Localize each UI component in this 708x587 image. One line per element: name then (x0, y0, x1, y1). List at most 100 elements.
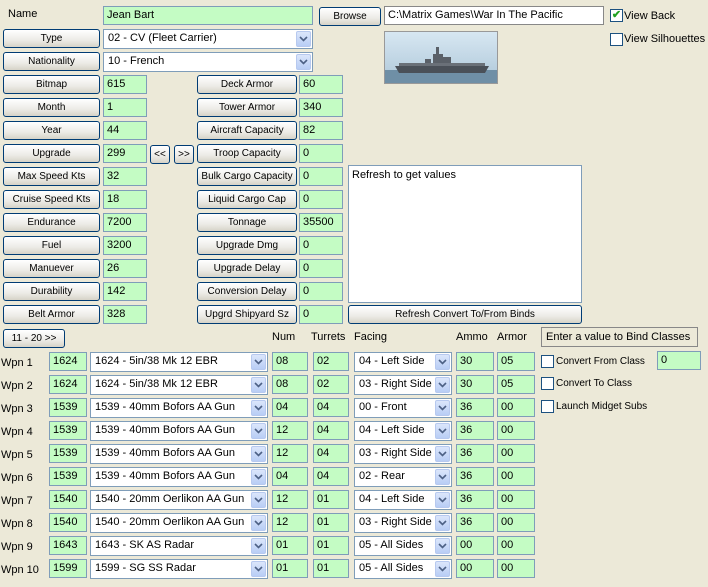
page-next-button[interactable]: 11 - 20 >> (3, 329, 65, 348)
browse-button[interactable]: Browse (319, 7, 381, 26)
weapon-facing-select[interactable]: 00 - Front (354, 398, 452, 418)
weapon-turrets-field[interactable]: 02 (313, 375, 349, 394)
nationality-button[interactable]: Nationality (3, 52, 100, 71)
weapon-select[interactable]: 1540 - 20mm Oerlikon AA Gun (90, 490, 268, 510)
left-field-input[interactable]: 32 (103, 167, 147, 186)
type-select[interactable]: 02 - CV (Fleet Carrier) (103, 29, 313, 49)
chevron-down-icon[interactable] (435, 538, 450, 554)
weapon-turrets-field[interactable]: 02 (313, 352, 349, 371)
weapon-id-field[interactable]: 1539 (49, 444, 87, 463)
weapon-select[interactable]: 1539 - 40mm Bofors AA Gun (90, 467, 268, 487)
left-field-button[interactable]: Belt Armor (3, 305, 100, 324)
left-field-button[interactable]: Fuel (3, 236, 100, 255)
weapon-select[interactable]: 1539 - 40mm Bofors AA Gun (90, 444, 268, 464)
weapon-turrets-field[interactable]: 04 (313, 467, 349, 486)
chevron-down-icon[interactable] (251, 400, 266, 416)
weapon-id-field[interactable]: 1643 (49, 536, 87, 555)
mid-field-input[interactable]: 0 (299, 144, 343, 163)
mid-field-button[interactable]: Tonnage (197, 213, 297, 232)
weapon-num-field[interactable]: 01 (272, 559, 308, 578)
convert-from-checkbox[interactable] (541, 355, 554, 368)
weapon-turrets-field[interactable]: 04 (313, 444, 349, 463)
weapon-armor-field[interactable]: 00 (497, 513, 535, 532)
weapon-facing-select[interactable]: 03 - Right Side (354, 513, 452, 533)
view-silhouettes-checkbox[interactable] (610, 33, 623, 46)
left-field-input[interactable]: 328 (103, 305, 147, 324)
weapon-id-field[interactable]: 1624 (49, 375, 87, 394)
left-field-input[interactable]: 44 (103, 121, 147, 140)
mid-field-input[interactable]: 0 (299, 167, 343, 186)
left-field-input[interactable]: 142 (103, 282, 147, 301)
left-field-input[interactable]: 3200 (103, 236, 147, 255)
weapon-armor-field[interactable]: 00 (497, 421, 535, 440)
left-field-button[interactable]: Cruise Speed Kts (3, 190, 100, 209)
mid-field-input[interactable]: 340 (299, 98, 343, 117)
weapon-armor-field[interactable]: 00 (497, 444, 535, 463)
weapon-ammo-field[interactable]: 30 (456, 375, 494, 394)
weapon-facing-select[interactable]: 03 - Right Side (354, 375, 452, 395)
chevron-down-icon[interactable] (435, 423, 450, 439)
chevron-down-icon[interactable] (251, 354, 266, 370)
mid-field-input[interactable]: 0 (299, 305, 343, 324)
chevron-down-icon[interactable] (296, 54, 311, 70)
chevron-down-icon[interactable] (251, 492, 266, 508)
weapon-turrets-field[interactable]: 01 (313, 490, 349, 509)
launch-midget-checkbox[interactable] (541, 400, 554, 413)
left-field-button[interactable]: Max Speed Kts (3, 167, 100, 186)
weapon-ammo-field[interactable]: 00 (456, 559, 494, 578)
mid-field-input[interactable]: 0 (299, 259, 343, 278)
mid-field-button[interactable]: Liquid Cargo Cap (197, 190, 297, 209)
left-field-input[interactable]: 18 (103, 190, 147, 209)
weapon-select[interactable]: 1624 - 5in/38 Mk 12 EBR (90, 375, 268, 395)
weapon-turrets-field[interactable]: 04 (313, 398, 349, 417)
chevron-down-icon[interactable] (435, 515, 450, 531)
weapon-ammo-field[interactable]: 30 (456, 352, 494, 371)
left-field-button[interactable]: Upgrade (3, 144, 100, 163)
weapon-ammo-field[interactable]: 36 (456, 398, 494, 417)
left-field-button[interactable]: Bitmap (3, 75, 100, 94)
weapon-facing-select[interactable]: 04 - Left Side (354, 490, 452, 510)
chevron-down-icon[interactable] (251, 515, 266, 531)
weapon-num-field[interactable]: 01 (272, 536, 308, 555)
weapon-ammo-field[interactable]: 36 (456, 444, 494, 463)
refresh-binds-button[interactable]: Refresh Convert To/From Binds (348, 305, 582, 324)
info-textbox[interactable]: Refresh to get values (348, 165, 582, 303)
left-field-button[interactable]: Endurance (3, 213, 100, 232)
weapon-ammo-field[interactable]: 36 (456, 467, 494, 486)
mid-field-input[interactable]: 0 (299, 236, 343, 255)
chevron-down-icon[interactable] (251, 469, 266, 485)
mid-field-input[interactable]: 0 (299, 282, 343, 301)
chevron-down-icon[interactable] (435, 377, 450, 393)
weapon-select[interactable]: 1599 - SG SS Radar (90, 559, 268, 579)
mid-field-button[interactable]: Upgrd Shipyard Sz (197, 305, 297, 324)
left-field-button[interactable]: Durability (3, 282, 100, 301)
weapon-num-field[interactable]: 12 (272, 421, 308, 440)
weapon-id-field[interactable]: 1599 (49, 559, 87, 578)
mid-field-input[interactable]: 0 (299, 190, 343, 209)
weapon-ammo-field[interactable]: 36 (456, 513, 494, 532)
mid-field-button[interactable]: Upgrade Delay (197, 259, 297, 278)
weapon-turrets-field[interactable]: 01 (313, 559, 349, 578)
convert-from-value[interactable]: 0 (657, 351, 701, 370)
chevron-down-icon[interactable] (435, 469, 450, 485)
nationality-select[interactable]: 10 - French (103, 52, 313, 72)
chevron-down-icon[interactable] (251, 538, 266, 554)
chevron-down-icon[interactable] (435, 446, 450, 462)
weapon-select[interactable]: 1643 - SK AS Radar (90, 536, 268, 556)
weapon-facing-select[interactable]: 02 - Rear (354, 467, 452, 487)
weapon-armor-field[interactable]: 00 (497, 559, 535, 578)
left-field-input[interactable]: 26 (103, 259, 147, 278)
mid-field-input[interactable]: 35500 (299, 213, 343, 232)
left-field-input[interactable]: 615 (103, 75, 147, 94)
chevron-down-icon[interactable] (251, 423, 266, 439)
chevron-down-icon[interactable] (435, 400, 450, 416)
weapon-turrets-field[interactable]: 01 (313, 536, 349, 555)
weapon-num-field[interactable]: 12 (272, 444, 308, 463)
mid-field-button[interactable]: Troop Capacity (197, 144, 297, 163)
weapon-armor-field[interactable]: 00 (497, 536, 535, 555)
upgrade-next-button[interactable]: >> (174, 145, 194, 164)
chevron-down-icon[interactable] (251, 561, 266, 577)
weapon-turrets-field[interactable]: 01 (313, 513, 349, 532)
weapon-facing-select[interactable]: 04 - Left Side (354, 421, 452, 441)
left-field-input[interactable]: 1 (103, 98, 147, 117)
